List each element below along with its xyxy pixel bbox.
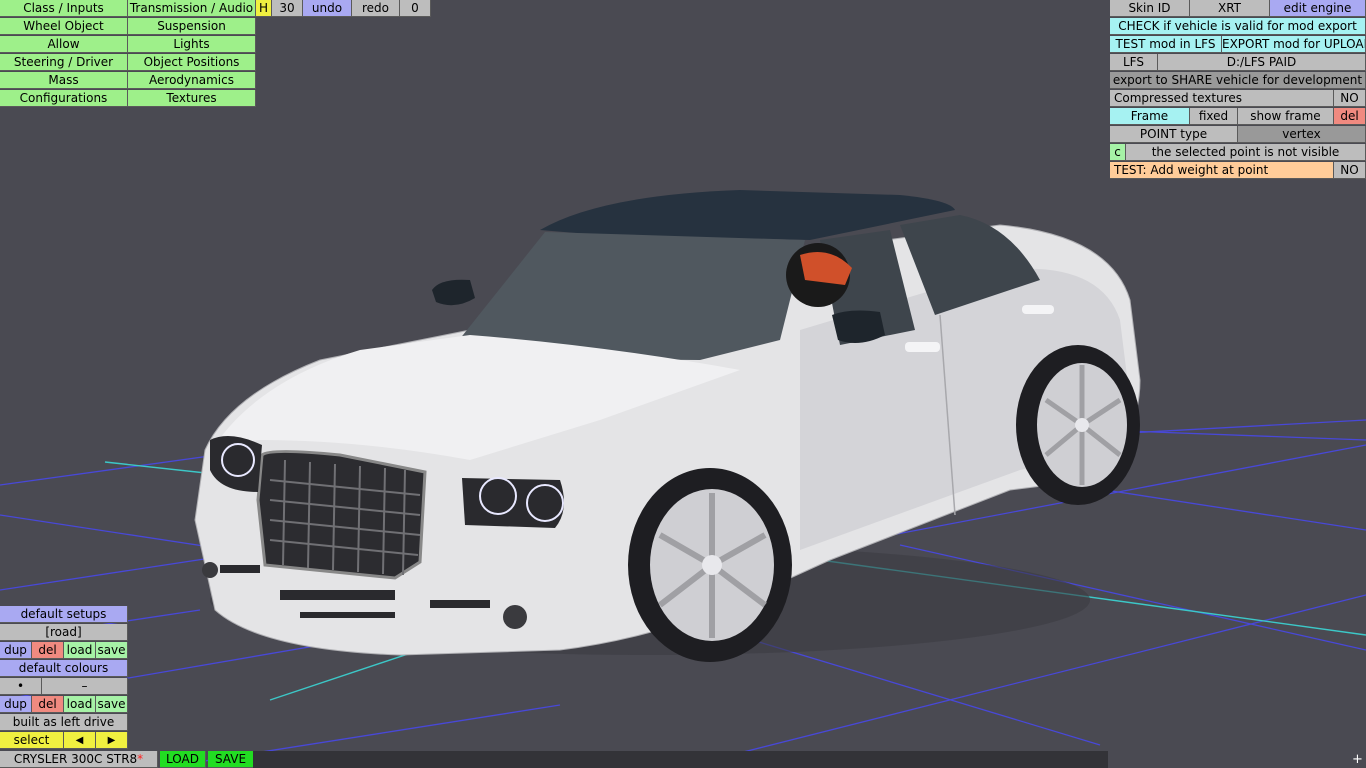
vehicle-name-field[interactable]: CRYSLER 300C STR8* bbox=[0, 751, 158, 768]
save-vehicle-button[interactable]: SAVE bbox=[208, 751, 254, 768]
menu-allow[interactable]: Allow bbox=[0, 36, 128, 53]
colour-dup-button[interactable]: dup bbox=[0, 696, 32, 713]
point-type-label: POINT type bbox=[1110, 126, 1238, 143]
compressed-textures-label: Compressed textures bbox=[1110, 90, 1334, 107]
c-button[interactable]: c bbox=[1110, 144, 1126, 161]
setup-load-button[interactable]: load bbox=[64, 642, 96, 659]
colour-name-field[interactable]: – bbox=[42, 678, 128, 695]
colour-load-button[interactable]: load bbox=[64, 696, 96, 713]
modified-marker: * bbox=[137, 752, 144, 766]
menu-textures[interactable]: Textures bbox=[128, 90, 256, 107]
h-toggle-button[interactable]: H bbox=[256, 0, 272, 17]
test-mod-button[interactable]: TEST mod in LFS bbox=[1110, 36, 1222, 53]
next-arrow-button[interactable]: ▶ bbox=[96, 732, 128, 749]
menu-configurations[interactable]: Configurations bbox=[0, 90, 128, 107]
vehicle-name: CRYSLER 300C STR8 bbox=[13, 752, 138, 766]
default-setups-button[interactable]: default setups bbox=[0, 606, 128, 623]
export-share-button[interactable]: export to SHARE vehicle for development bbox=[1110, 72, 1366, 89]
counter-field[interactable]: 30 bbox=[272, 0, 303, 17]
setup-name-field[interactable]: [road] bbox=[0, 624, 128, 641]
colour-dot-button[interactable]: • bbox=[0, 678, 42, 695]
xrt-button[interactable]: XRT bbox=[1190, 0, 1270, 17]
undo-button[interactable]: undo bbox=[303, 0, 352, 17]
test-weight-button[interactable]: TEST: Add weight at point bbox=[1110, 162, 1334, 179]
menu-wheel-object[interactable]: Wheel Object bbox=[0, 18, 128, 35]
colour-save-button[interactable]: save bbox=[96, 696, 128, 713]
text-entry-strip[interactable] bbox=[253, 751, 1108, 768]
menu-class-inputs[interactable]: Class / Inputs bbox=[0, 0, 128, 17]
frame-delete-button[interactable]: del bbox=[1334, 108, 1366, 125]
export-upload-button[interactable]: EXPORT mod for UPLOAD bbox=[1222, 36, 1366, 53]
redo-count: 0 bbox=[400, 0, 431, 17]
menu-lights[interactable]: Lights bbox=[128, 36, 256, 53]
select-button[interactable]: select bbox=[0, 732, 64, 749]
check-valid-button[interactable]: CHECK if vehicle is valid for mod export bbox=[1110, 18, 1366, 35]
menu-steering-driver[interactable]: Steering / Driver bbox=[0, 54, 128, 71]
colour-del-button[interactable]: del bbox=[32, 696, 64, 713]
prev-arrow-button[interactable]: ◀ bbox=[64, 732, 96, 749]
edit-engine-button[interactable]: edit engine bbox=[1270, 0, 1366, 17]
menu-suspension[interactable]: Suspension bbox=[128, 18, 256, 35]
show-frame-button[interactable]: show frame bbox=[1238, 108, 1334, 125]
menu-aerodynamics[interactable]: Aerodynamics bbox=[128, 72, 256, 89]
lfs-path-field[interactable]: D:/LFS PAID bbox=[1158, 54, 1366, 71]
fixed-button[interactable]: fixed bbox=[1190, 108, 1238, 125]
menu-object-positions[interactable]: Object Positions bbox=[128, 54, 256, 71]
test-weight-toggle[interactable]: NO bbox=[1334, 162, 1366, 179]
built-as-left-drive-button[interactable]: built as left drive bbox=[0, 714, 128, 731]
frame-button[interactable]: Frame bbox=[1110, 108, 1190, 125]
compressed-textures-toggle[interactable]: NO bbox=[1334, 90, 1366, 107]
setup-dup-button[interactable]: dup bbox=[0, 642, 32, 659]
point-status-text: the selected point is not visible bbox=[1126, 144, 1366, 161]
plus-button[interactable]: + bbox=[1349, 752, 1366, 768]
default-colours-button[interactable]: default colours bbox=[0, 660, 128, 677]
car-model[interactable] bbox=[194, 190, 1141, 662]
menu-mass[interactable]: Mass bbox=[0, 72, 128, 89]
setup-save-button[interactable]: save bbox=[96, 642, 128, 659]
redo-button[interactable]: redo bbox=[352, 0, 400, 17]
menu-transmission-audio[interactable]: Transmission / Audio bbox=[128, 0, 256, 17]
point-type-selector[interactable]: vertex bbox=[1238, 126, 1366, 143]
setup-del-button[interactable]: del bbox=[32, 642, 64, 659]
lfs-button[interactable]: LFS bbox=[1110, 54, 1158, 71]
skin-id-button[interactable]: Skin ID bbox=[1110, 0, 1190, 17]
load-vehicle-button[interactable]: LOAD bbox=[160, 751, 206, 768]
